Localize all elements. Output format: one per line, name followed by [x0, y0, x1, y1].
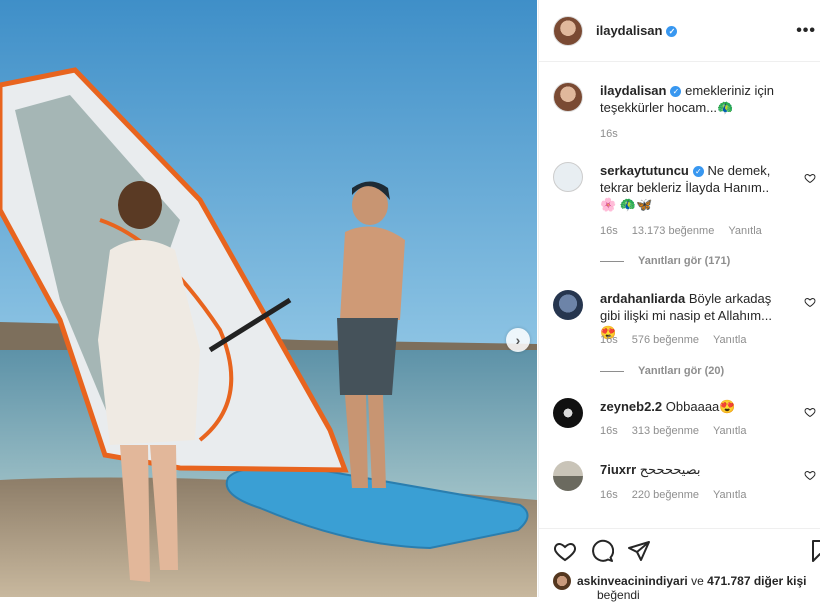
chevron-right-icon: ›: [515, 332, 521, 348]
author-name-text[interactable]: ilaydalisan: [596, 23, 662, 38]
view-replies-text: Yanıtları gör (20): [638, 365, 725, 377]
comment-body: 7iuxrr بصيححححح: [600, 461, 785, 478]
commenter-username[interactable]: 7iuxrr: [600, 462, 636, 477]
post-header: ilaydalisan ✓ •••: [539, 0, 820, 62]
comment-likes[interactable]: 13.173 beğenme: [632, 225, 715, 237]
post-actions: askinveacinindiyari ve 471.787 diğer kiş…: [539, 528, 820, 602]
comment-likes[interactable]: 576 beğenme: [632, 334, 699, 346]
other-likes-count[interactable]: 471.787 diğer kişi: [707, 574, 806, 588]
reply-button[interactable]: Yanıtla: [713, 489, 746, 501]
comment-time[interactable]: 16s: [600, 225, 618, 237]
action-icons: [553, 539, 820, 565]
comment-meta: 16s 220 beğenme Yanıtla: [600, 489, 760, 501]
liker-username[interactable]: askinveacinindiyari: [577, 574, 688, 588]
comment-meta: 16s 313 beğenme Yanıtla: [600, 425, 760, 437]
comment-text: بصيححححح: [639, 462, 701, 477]
caption-username[interactable]: ilaydalisan: [600, 83, 666, 98]
liked-connector: ve: [691, 574, 704, 588]
reply-button[interactable]: Yanıtla: [728, 225, 761, 237]
comment-meta: 16s 13.173 beğenme Yanıtla: [600, 225, 776, 237]
comment-meta: 16s 576 beğenme Yanıtla: [600, 334, 760, 346]
like-comment-heart-icon[interactable]: [804, 296, 816, 308]
post-sidebar: ilaydalisan ✓ ••• ilaydalisan ✓ emeklerini…: [538, 0, 820, 602]
like-comment-heart-icon[interactable]: [804, 469, 816, 481]
reply-button[interactable]: Yanıtla: [713, 425, 746, 437]
comment-icon[interactable]: [590, 539, 614, 563]
like-comment-heart-icon[interactable]: [804, 406, 816, 418]
reply-button[interactable]: Yanıtla: [713, 334, 746, 346]
more-options-icon[interactable]: •••: [796, 22, 816, 40]
comment-likes[interactable]: 220 beğenme: [632, 489, 699, 501]
view-replies-button[interactable]: Yanıtları gör (20): [600, 365, 724, 377]
author-username[interactable]: ilaydalisan ✓: [596, 23, 678, 38]
comment-body: zeyneb2.2 Obbaaaa😍: [600, 398, 785, 415]
windsurf-photo: [0, 0, 537, 597]
liker-avatar[interactable]: [553, 572, 571, 590]
like-comment-heart-icon[interactable]: [804, 172, 816, 184]
verified-icon: ✓: [670, 86, 682, 98]
post-photo[interactable]: ›: [0, 0, 537, 597]
view-replies-button[interactable]: Yanıtları gör (171): [600, 255, 730, 267]
verified-icon: ✓: [666, 26, 678, 38]
replies-divider: [600, 370, 624, 372]
comment-time[interactable]: 16s: [600, 425, 618, 437]
comment-time[interactable]: 16s: [600, 489, 618, 501]
comment-time[interactable]: 16s: [600, 334, 618, 346]
replies-divider: [600, 260, 624, 262]
comment-body: serkaytutuncu ✓ Ne demek, tekrar bekleriz…: [600, 162, 785, 213]
comment-likes[interactable]: 313 beğenme: [632, 425, 699, 437]
author-avatar[interactable]: [553, 15, 583, 46]
commenter-avatar[interactable]: [553, 290, 583, 320]
liked-by: askinveacinindiyari ve 471.787 diğer kiş…: [553, 572, 807, 590]
share-icon[interactable]: [627, 539, 651, 563]
caption-avatar[interactable]: [553, 82, 583, 112]
commenter-avatar[interactable]: [553, 162, 583, 192]
commenter-username[interactable]: serkaytutuncu: [600, 163, 689, 178]
caption-body: ilaydalisan ✓ emekleriniz için teşekkürle…: [600, 82, 785, 116]
bookmark-icon[interactable]: [808, 539, 820, 563]
comment-text: Obbaaaa😍: [665, 399, 736, 414]
instagram-post: › ilaydalisan ✓ ••• ilaydalisan ✓ emekleri…: [0, 0, 820, 602]
commenter-avatar[interactable]: [553, 398, 583, 428]
caption-meta: 16s: [600, 128, 632, 140]
liked-suffix: beğendi: [597, 588, 640, 602]
caption-time[interactable]: 16s: [600, 128, 618, 140]
comments-list: ilaydalisan ✓ emekleriniz için teşekkürle…: [539, 62, 820, 528]
commenter-avatar[interactable]: [553, 461, 583, 491]
next-slide-button[interactable]: ›: [506, 328, 530, 352]
heart-icon[interactable]: [553, 539, 577, 563]
commenter-username[interactable]: zeyneb2.2: [600, 399, 662, 414]
verified-icon: ✓: [692, 166, 704, 178]
commenter-username[interactable]: ardahanliarda: [600, 291, 685, 306]
view-replies-text: Yanıtları gör (171): [638, 255, 731, 267]
